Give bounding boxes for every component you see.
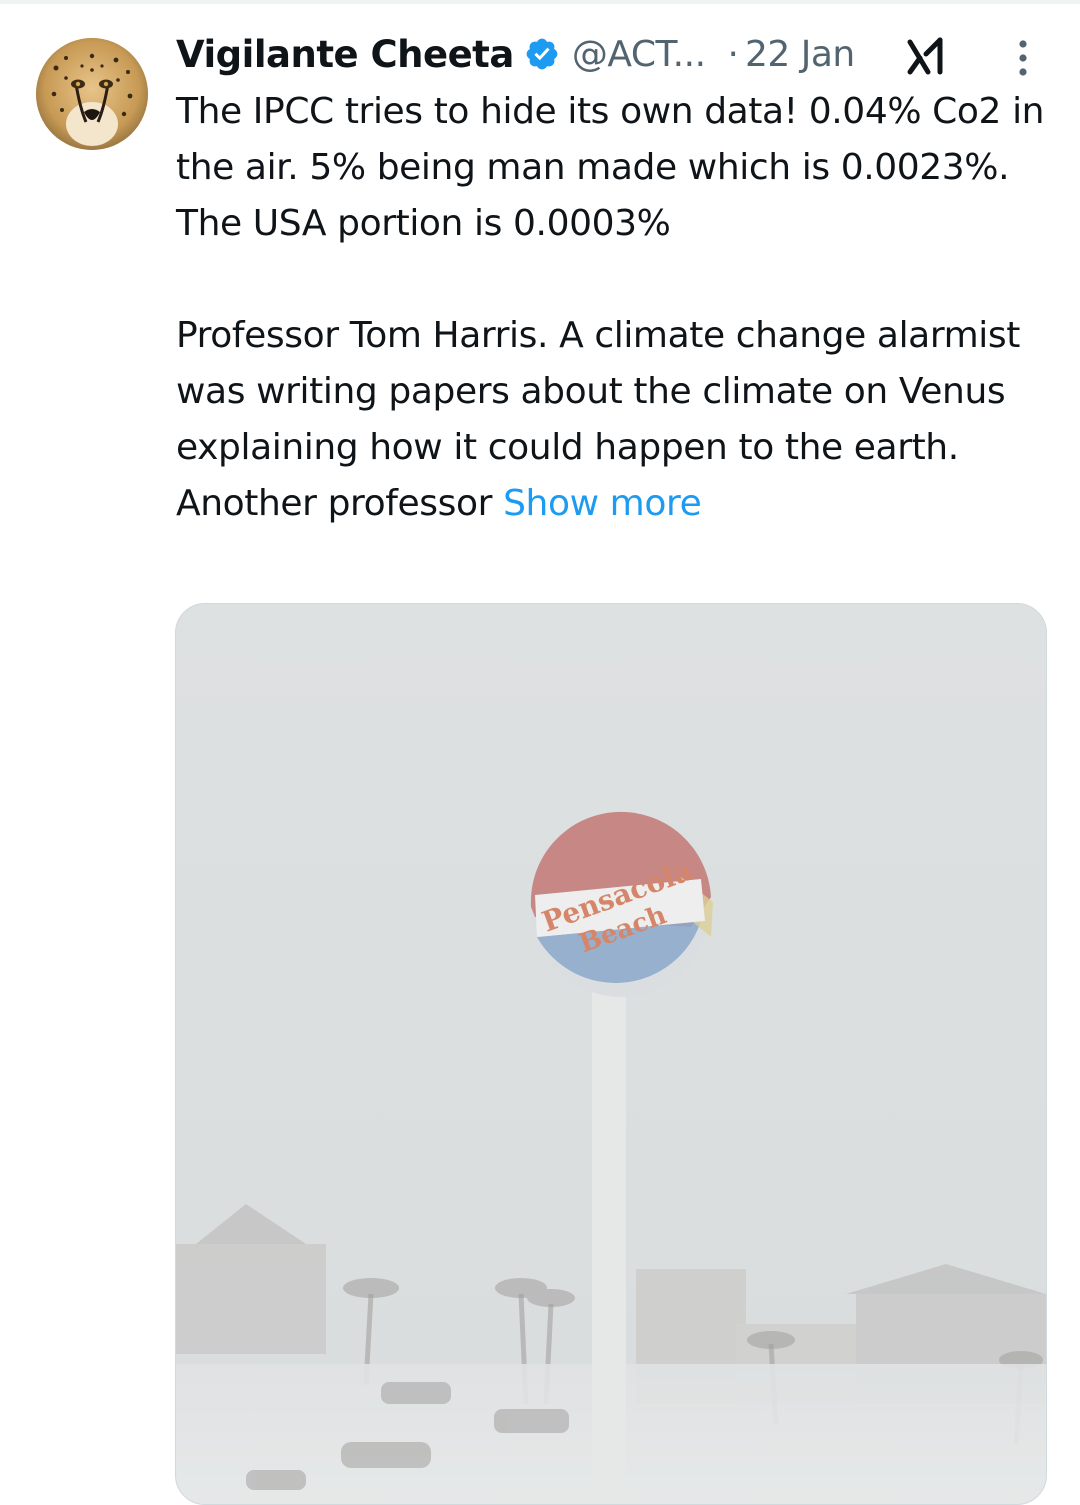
separator-dot: ·: [727, 33, 739, 75]
more-options-icon[interactable]: [1012, 38, 1034, 78]
show-more-link[interactable]: Show more: [503, 483, 702, 524]
avatar[interactable]: [36, 38, 148, 150]
tweet-media-image[interactable]: Pensacola Beach: [175, 603, 1047, 1505]
display-name[interactable]: Vigilante Cheeta: [176, 33, 514, 76]
top-divider: [0, 0, 1080, 4]
tweet-paragraph-1: The IPCC tries to hide its own data! 0.0…: [176, 91, 1045, 244]
grok-icon[interactable]: [906, 36, 952, 76]
tweet-body: The IPCC tries to hide its own data! 0.0…: [176, 84, 1056, 532]
cheetah-avatar-image: [36, 38, 148, 150]
user-handle[interactable]: @ACT...: [572, 34, 706, 75]
snowy-beach-photo: Pensacola Beach: [176, 604, 1046, 1504]
tweet-timestamp[interactable]: 22 Jan: [745, 34, 855, 75]
verified-badge-icon: [524, 36, 560, 72]
tweet-paragraph-2: Professor Tom Harris. A climate change a…: [176, 308, 1056, 532]
